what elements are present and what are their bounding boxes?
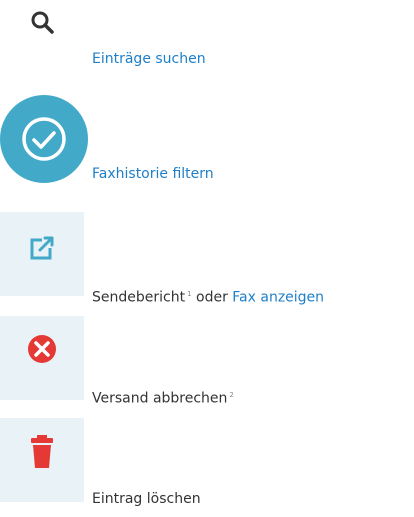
footnote-1: 1 bbox=[187, 290, 192, 298]
cancel-send-label: Versand abbrechen bbox=[92, 390, 228, 407]
search-entries-link[interactable]: Einträge suchen bbox=[92, 50, 206, 68]
item-cancel: Versand abbrechen 2 bbox=[0, 316, 414, 408]
filter-fax-history-link[interactable]: Faxhistorie filtern bbox=[92, 165, 214, 183]
check-circle-icon[interactable] bbox=[0, 95, 88, 183]
trash-icon[interactable] bbox=[0, 418, 84, 502]
x-circle-icon[interactable] bbox=[0, 316, 84, 400]
item-filter: Faxhistorie filtern bbox=[0, 90, 414, 190]
or-label: oder bbox=[196, 289, 228, 306]
item-delete: Eintrag löschen bbox=[0, 418, 414, 517]
item-search: Einträge suchen bbox=[0, 0, 414, 80]
footnote-2: 2 bbox=[229, 391, 234, 399]
external-link-icon[interactable] bbox=[0, 212, 84, 296]
show-fax-link[interactable]: Fax anzeigen bbox=[232, 290, 324, 306]
send-report-line: Sendebericht 1 oder Fax anzeigen bbox=[92, 285, 324, 307]
item-send-report: Sendebericht 1 oder Fax anzeigen bbox=[0, 212, 414, 306]
cancel-send-line: Versand abbrechen 2 bbox=[92, 386, 234, 408]
send-report-label: Sendebericht bbox=[92, 289, 186, 306]
search-icon[interactable] bbox=[30, 10, 56, 36]
delete-entry-label: Eintrag löschen bbox=[92, 491, 201, 507]
